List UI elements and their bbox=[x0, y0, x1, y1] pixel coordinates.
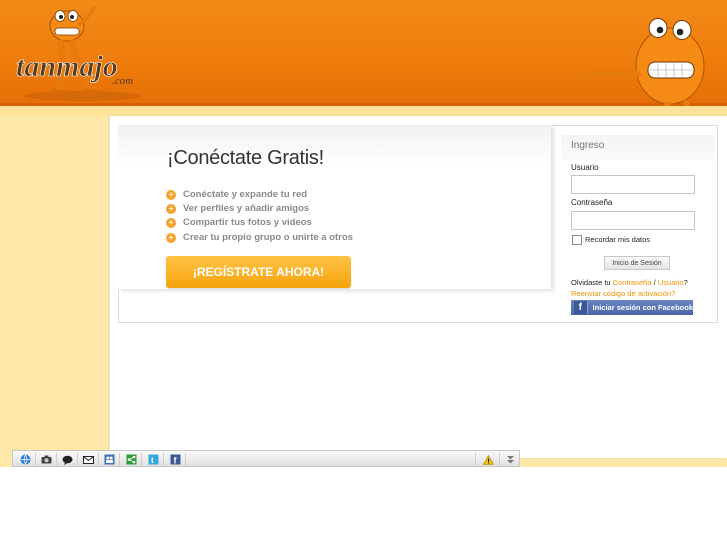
forgot-password-link[interactable]: Contraseña bbox=[613, 278, 652, 287]
forgot-prefix: Olvidaste tu bbox=[571, 278, 611, 287]
header-underline-strip bbox=[0, 106, 727, 116]
facebook-login-button[interactable]: f Iniciar sesión con Facebook bbox=[571, 300, 693, 315]
remember-me-checkbox[interactable] bbox=[572, 235, 582, 245]
facebook-icon[interactable]: f bbox=[169, 454, 181, 465]
forgot-credentials-line: Olvidaste tu Contraseña / Usuario? bbox=[571, 278, 688, 287]
toolbar-divider bbox=[35, 453, 36, 466]
plus-bullet-icon: + bbox=[166, 190, 176, 201]
feature-item: + Compartir tus fotos y videos bbox=[166, 216, 353, 230]
chat-icon[interactable] bbox=[61, 454, 73, 465]
tanmajo-logo[interactable]: tanmajo .com bbox=[14, 6, 150, 102]
site-header: tanmajo .com bbox=[0, 0, 727, 114]
forgot-separator: / bbox=[653, 278, 656, 287]
toolbar-divider bbox=[141, 453, 142, 466]
login-title: Ingreso bbox=[571, 140, 605, 151]
plus-bullet-icon: + bbox=[166, 232, 176, 243]
warning-icon[interactable] bbox=[482, 454, 494, 465]
feature-text: Compartir tus fotos y videos bbox=[183, 217, 312, 229]
toolbar-divider bbox=[163, 453, 164, 466]
username-input[interactable] bbox=[571, 175, 695, 194]
facebook-icon: f bbox=[574, 301, 588, 314]
mascot-illustration bbox=[582, 18, 705, 114]
remember-me-label: Recordar mis datos bbox=[585, 235, 651, 244]
forgot-suffix: ? bbox=[683, 278, 688, 287]
group-icon[interactable] bbox=[103, 454, 115, 465]
promo-title: ¡Conéctate Gratis! bbox=[167, 147, 324, 169]
feature-text: Ver perfiles y añadir amigos bbox=[183, 203, 310, 215]
password-label: Contraseña bbox=[571, 198, 613, 207]
toolbar-divider bbox=[98, 453, 99, 466]
share-icon[interactable] bbox=[125, 454, 137, 465]
feature-item: + Conéctate y expande tu red bbox=[166, 188, 353, 202]
register-now-button[interactable]: ¡REGÍSTRATE AHORA! bbox=[166, 256, 351, 288]
feature-text: Crear tu propio grupo o unirte a otros bbox=[183, 231, 353, 243]
toolbar-divider bbox=[119, 453, 120, 466]
plus-bullet-icon: + bbox=[166, 204, 176, 215]
feature-item: + Ver perfiles y añadir amigos bbox=[166, 202, 353, 216]
resend-activation-link[interactable]: Reenviar código de activación? bbox=[571, 289, 675, 298]
facebook-login-label: Iniciar sesión con Facebook bbox=[592, 303, 693, 312]
feature-text: Conéctate y expande tu red bbox=[183, 189, 308, 201]
logo-suffix: .com bbox=[112, 75, 133, 87]
username-label: Usuario bbox=[571, 163, 599, 172]
svg-text:t: t bbox=[151, 456, 154, 465]
sign-in-button[interactable]: Inicio de Sesión bbox=[604, 256, 670, 270]
mail-icon[interactable] bbox=[82, 454, 94, 465]
logo-wordmark: tanmajo bbox=[16, 50, 118, 83]
toolbar-divider bbox=[499, 453, 500, 466]
plus-bullet-icon: + bbox=[166, 218, 176, 229]
forgot-username-link[interactable]: Usuario bbox=[658, 278, 684, 287]
toolbar-divider bbox=[475, 453, 476, 466]
twitter-icon[interactable]: t bbox=[147, 454, 159, 465]
toolbar-divider bbox=[77, 453, 78, 466]
camera-icon[interactable] bbox=[40, 454, 52, 465]
password-input[interactable] bbox=[571, 211, 695, 230]
toolbar-divider bbox=[56, 453, 57, 466]
bottom-toolbar: t f bbox=[12, 450, 520, 467]
feature-item: + Crear tu propio grupo o unirte a otros bbox=[166, 231, 353, 245]
feature-list: + Conéctate y expande tu red + Ver perfile… bbox=[166, 188, 353, 245]
globe-icon[interactable] bbox=[19, 454, 31, 465]
page: tanmajo .com ¡Conéctate Gratis! + Conécta… bbox=[0, 0, 727, 467]
collapse-icon[interactable] bbox=[504, 454, 516, 465]
toolbar-divider bbox=[185, 453, 186, 466]
